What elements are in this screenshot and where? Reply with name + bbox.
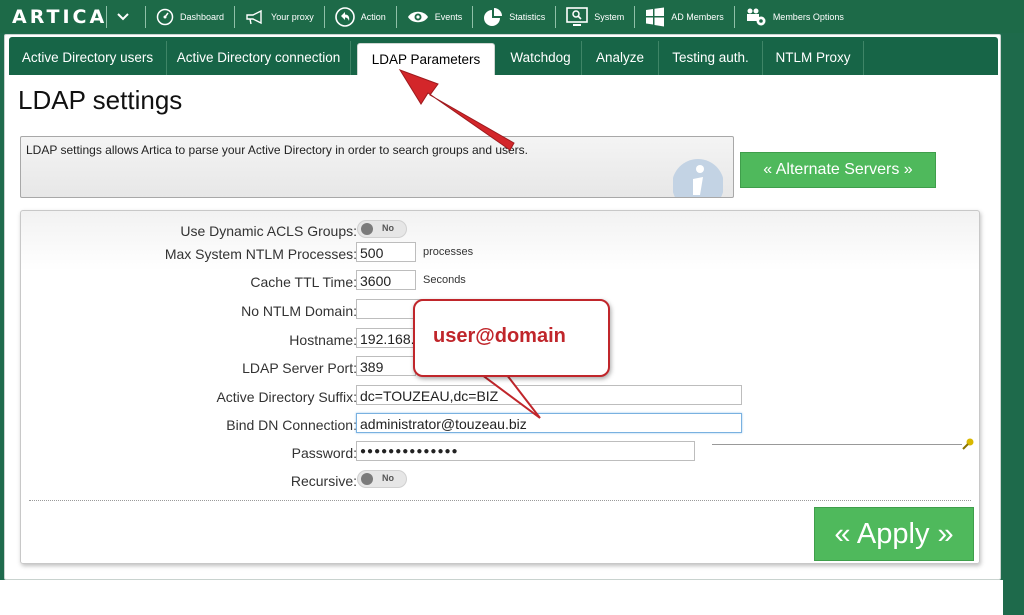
field-label: Bind DN Connection:: [226, 417, 357, 433]
field-label: LDAP Server Port:: [242, 360, 357, 376]
tab-watchdog[interactable]: Watchdog: [500, 41, 582, 75]
field-label: Use Dynamic ACLS Groups:: [180, 223, 357, 239]
nav-item-label: Dashboard: [180, 11, 225, 22]
dynamic-acls-toggle[interactable]: No: [357, 220, 407, 238]
pie-chart-icon: [483, 7, 503, 27]
form-row-dynamic-acls: Use Dynamic ACLS Groups: No: [21, 219, 979, 243]
nav-item-events[interactable]: Events: [403, 0, 467, 33]
chevron-down-icon: [117, 12, 129, 21]
toggle-knob: [361, 223, 373, 235]
max-ntlm-processes-input[interactable]: 500: [356, 242, 416, 262]
nav-item-your-proxy[interactable]: Your proxy: [241, 0, 318, 33]
nav-separator: [733, 5, 735, 28]
megaphone-icon: [245, 9, 265, 25]
users-gear-icon: [745, 7, 767, 27]
eye-icon: [407, 10, 429, 24]
nav-item-ad-members[interactable]: AD Members: [641, 0, 728, 33]
nav-item-label: AD Members: [671, 11, 724, 22]
page-title: LDAP settings: [18, 85, 183, 115]
nav-item-system[interactable]: System: [562, 0, 628, 33]
nav-separator: [106, 5, 107, 28]
key-divider: [712, 444, 962, 445]
nav-item-action[interactable]: Action: [331, 0, 390, 33]
form-row-ad-suffix: Active Directory Suffix: dc=TOUZEAU,dc=B…: [21, 385, 979, 409]
form-row-max-ntlm: Max System NTLM Processes: 500 processes: [21, 242, 979, 266]
nav-item-label: Members Options: [772, 11, 844, 22]
tab-active-directory-connection[interactable]: Active Directory connection: [167, 41, 351, 75]
form-divider: [29, 500, 971, 501]
top-nav-bar: ARTICA Dashboard Your proxy Action Event…: [0, 0, 1024, 33]
tab-ldap-parameters[interactable]: LDAP Parameters: [357, 43, 495, 75]
tab-testing-auth[interactable]: Testing auth.: [659, 41, 763, 75]
field-label: Recursive:: [290, 473, 357, 489]
nav-separator: [395, 5, 397, 28]
toggle-state-label: No: [382, 223, 394, 233]
unit-label: processes: [423, 246, 474, 258]
callout-text: user@domain: [433, 325, 566, 347]
password-input[interactable]: ●●●●●●●●●●●●●●: [356, 441, 695, 461]
right-background-strip: [1003, 33, 1024, 615]
tab-analyze[interactable]: Analyze: [582, 41, 659, 75]
nav-separator: [323, 5, 325, 28]
explain-text: LDAP settings allows Artica to parse you…: [26, 143, 529, 157]
nav-item-label: System: [594, 11, 625, 22]
nav-item-statistics[interactable]: Statistics: [479, 0, 549, 33]
unit-label: Seconds: [423, 274, 466, 286]
nav-item-members-options[interactable]: Members Options: [741, 0, 848, 33]
field-label: Hostname:: [289, 332, 357, 348]
tab-bar: Active Directory users Active Directory …: [9, 37, 998, 75]
form-row-cache-ttl: Cache TTL Time: 3600 Seconds: [21, 270, 979, 294]
nav-item-label: Events: [434, 11, 463, 22]
windows-icon: [645, 7, 665, 27]
field-label: Password:: [291, 445, 357, 461]
field-label: No NTLM Domain:: [241, 303, 357, 319]
recursive-toggle[interactable]: No: [357, 470, 407, 488]
nav-separator: [634, 5, 636, 28]
explain-box: LDAP settings allows Artica to parse you…: [20, 136, 734, 198]
tab-active-directory-users[interactable]: Active Directory users: [9, 41, 167, 75]
nav-menu-toggle[interactable]: [113, 0, 139, 33]
nav-item-label: Statistics: [509, 11, 546, 22]
user-domain-callout: user@domain: [413, 299, 610, 377]
key-icon[interactable]: [961, 437, 975, 456]
alternate-servers-button[interactable]: « Alternate Servers »: [740, 152, 936, 188]
nav-separator: [472, 5, 474, 28]
form-row-recursive: Recursive: No: [21, 469, 979, 493]
back-arrow-icon: [334, 6, 355, 27]
nav-separator: [555, 5, 557, 28]
field-label: Cache TTL Time:: [250, 274, 357, 290]
nav-item-dashboard[interactable]: Dashboard: [152, 0, 228, 33]
nav-separator: [145, 5, 146, 28]
toggle-knob: [361, 473, 373, 485]
ldap-settings-form: Use Dynamic ACLS Groups: No Max System N…: [20, 210, 980, 564]
bind-dn-input[interactable]: administrator@touzeau.biz: [356, 413, 742, 433]
field-label: Active Directory Suffix:: [216, 389, 357, 405]
apply-button[interactable]: « Apply »: [814, 507, 974, 561]
field-label: Max System NTLM Processes:: [164, 246, 357, 262]
ldap-server-port-input[interactable]: 389: [356, 356, 416, 376]
monitor-search-icon: [566, 6, 589, 27]
form-row-bind-dn: Bind DN Connection: administrator@touzea…: [21, 413, 979, 437]
artica-logo[interactable]: ARTICA: [12, 6, 104, 28]
nav-separator: [234, 5, 236, 28]
tab-ntlm-proxy[interactable]: NTLM Proxy: [763, 41, 864, 75]
info-icon: [672, 155, 724, 197]
nav-item-label: Your proxy: [271, 11, 314, 22]
page-bottom-area: [0, 580, 1003, 615]
nav-item-label: Action: [360, 11, 386, 22]
dashboard-icon: [156, 8, 174, 26]
ad-suffix-input[interactable]: dc=TOUZEAU,dc=BIZ: [356, 385, 742, 405]
cache-ttl-input[interactable]: 3600: [356, 270, 416, 290]
toggle-state-label: No: [382, 473, 394, 483]
